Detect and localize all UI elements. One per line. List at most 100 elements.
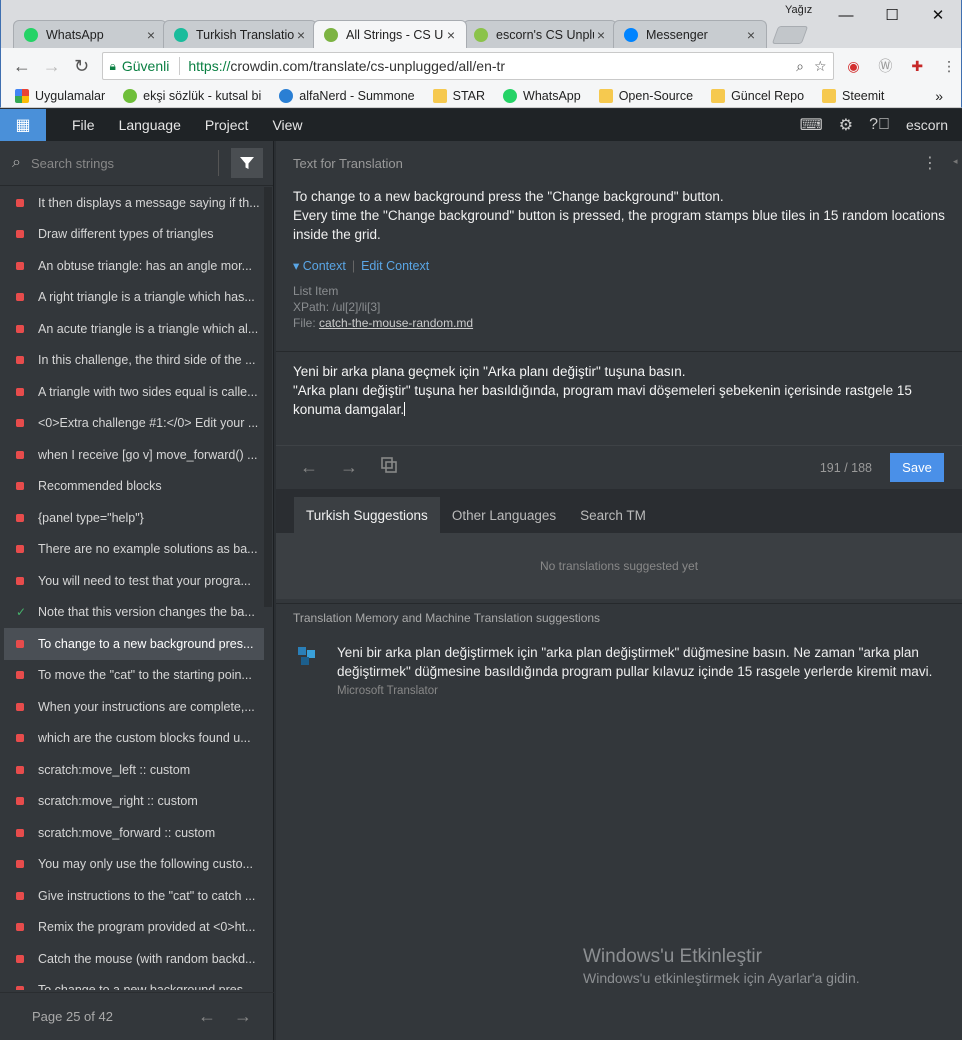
chrome-menu-icon[interactable]: ⋮ [937,54,961,78]
suggestion-tab[interactable]: Search TM [568,497,658,533]
maximize-icon[interactable]: ☐ [869,0,915,30]
close-tab-icon[interactable]: × [144,27,158,43]
red-extension-icon[interactable]: ✚ [905,54,929,78]
close-tab-icon[interactable]: × [744,27,758,43]
help-icon[interactable]: ?⃝ [869,116,890,134]
meta-xpath: XPath: /ul[2]/li[3] [293,300,381,314]
copy-source-icon[interactable] [380,456,398,479]
zoom-icon[interactable]: ⌕ [796,58,804,75]
user-menu[interactable]: escorn [906,117,948,133]
bookmark-item[interactable]: WhatsApp [503,88,581,103]
prev-string-icon[interactable]: ← [300,457,318,478]
bookmark-label: STAR [452,88,486,103]
suggestion-tab[interactable]: Turkish Suggestions [294,497,440,533]
watermark-line-2: Windows'u etkinleştirmek için Ayarlar'a … [583,970,860,986]
string-list-item[interactable]: {panel type="help"} [4,502,264,534]
meta-file: File: catch-the-mouse-random.md [293,316,474,330]
string-list-item[interactable]: Recommended blocks [4,471,264,503]
context-toggle[interactable]: ▾ Context [293,259,346,273]
bookmark-item[interactable]: Open-Source [598,88,693,103]
menu-item[interactable]: Project [205,117,249,133]
translation-textarea[interactable]: Yeni bir arka plana geçmek için "Arka pl… [276,351,962,445]
string-list-item[interactable]: To move the "cat" to the starting poin..… [4,660,264,692]
reload-icon[interactable]: ↻ [67,51,97,81]
string-text: A triangle with two sides equal is calle… [38,384,258,399]
file-link[interactable]: catch-the-mouse-random.md [319,316,473,330]
string-list-item[interactable]: In this challenge, the third side of the… [4,345,264,377]
string-list-item[interactable]: scratch:move_right :: custom [4,786,264,818]
string-list-item[interactable]: when I receive [go v] move_forward() ... [4,439,264,471]
new-tab-button[interactable] [771,26,809,44]
string-list-item[interactable]: scratch:move_left :: custom [4,754,264,786]
close-tab-icon[interactable]: × [444,27,458,43]
string-list-item[interactable]: An obtuse triangle: has an angle mor... [4,250,264,282]
next-string-icon[interactable]: → [340,457,358,478]
bookmark-item[interactable]: ekşi sözlük - kutsal bi [123,88,261,103]
search-input[interactable]: Search strings [31,156,218,171]
wordpress-extension-icon[interactable]: Ⓦ [873,54,897,78]
string-list-item[interactable]: Draw different types of triangles [4,219,264,251]
minimize-icon[interactable]: — [823,0,869,30]
filter-icon[interactable] [231,148,263,178]
string-list-item[interactable]: You may only use the following custo... [4,849,264,881]
browser-tab[interactable]: escorn's CS Unplu × [463,20,617,48]
app-header: ▦ File Language Project View ⌨ ⚙ ?⃝ escorn [0,109,962,141]
bookmark-item[interactable]: STAR [432,88,486,103]
forward-icon[interactable]: → [37,51,67,81]
string-list-item[interactable]: When your instructions are complete,... [4,691,264,723]
menu-item[interactable]: Language [119,117,181,133]
string-list-item[interactable]: Give instructions to the "cat" to catch … [4,880,264,912]
close-tab-icon[interactable]: × [294,27,308,43]
keyboard-icon[interactable]: ⌨ [800,115,823,135]
untranslated-status-icon [16,293,24,302]
browser-tab[interactable]: Messenger × [613,20,767,48]
collapse-right-icon[interactable]: ◂ [953,156,961,172]
menu-item[interactable]: File [72,117,95,133]
string-list-item[interactable]: A right triangle is a triangle which has… [4,282,264,314]
string-list-item[interactable]: A triangle with two sides equal is calle… [4,376,264,408]
string-text: When your instructions are complete,... [38,699,255,714]
bookmark-item[interactable]: Uygulamalar [15,88,105,103]
browser-tab[interactable]: WhatsApp × [13,20,167,48]
close-window-icon[interactable]: ✕ [915,0,961,30]
address-bar[interactable]: 🔒︎ Güvenli https:// crowdin.com/translat… [102,52,834,80]
string-list-item[interactable]: ✓ Note that this version changes the ba..… [4,597,264,629]
menu-item[interactable]: View [272,117,302,133]
edit-context-link[interactable]: Edit Context [361,259,429,273]
string-list-item[interactable]: To change to a new background pres... [4,975,264,990]
tm-suggestion-text: Yeni bir arka plan değiştirmek için "ark… [337,645,933,679]
bookmark-item[interactable]: alfaNerd - Summone [279,88,415,103]
tm-header: Translation Memory and Machine Translati… [276,603,962,631]
string-list-item[interactable]: There are no example solutions as ba... [4,534,264,566]
more-options-icon[interactable]: ⋮ [922,153,938,173]
string-list-item[interactable]: which are the custom blocks found u... [4,723,264,755]
string-list-item[interactable]: <0>Extra challenge #1:</0> Edit your ... [4,408,264,440]
strings-scrollbar[interactable] [264,187,272,607]
next-page-icon[interactable]: → [234,1006,252,1027]
save-button[interactable]: Save [890,453,944,482]
bookmark-star-icon[interactable]: ☆ [814,58,827,75]
profile-name[interactable]: Yağız [785,4,812,16]
string-list-item[interactable]: An acute triangle is a triangle which al… [4,313,264,345]
string-list-item[interactable]: It then displays a message saying if th.… [4,187,264,219]
string-list-item[interactable]: You will need to test that your progra..… [4,565,264,597]
gear-icon[interactable]: ⚙ [839,115,853,135]
close-tab-icon[interactable]: × [594,27,608,43]
string-list-item[interactable]: scratch:move_forward :: custom [4,817,264,849]
tm-suggestion[interactable]: Yeni bir arka plan değiştirmek için "ark… [276,633,962,697]
string-list-item[interactable]: Catch the mouse (with random backd... [4,943,264,975]
string-text: In this challenge, the third side of the… [38,353,256,368]
string-list-item[interactable]: To change to a new background pres... [4,628,264,660]
browser-tab[interactable]: All Strings - CS Un × [313,20,467,48]
bookmark-item[interactable]: Güncel Repo [711,88,804,103]
suggestion-tab[interactable]: Other Languages [440,497,568,533]
bookmark-item[interactable]: Steemit [822,88,884,103]
prev-page-icon[interactable]: ← [198,1006,216,1027]
string-list-item[interactable]: Remix the program provided at <0>ht... [4,912,264,944]
browser-tab[interactable]: Turkish Translatio × [163,20,317,48]
opera-extension-icon[interactable]: ◉ [842,54,866,78]
back-icon[interactable]: ← [7,51,37,81]
bookmarks-more-icon[interactable]: » [935,88,943,104]
apps-grid-icon[interactable]: ▦ [0,109,46,141]
editor-toolbar: ← → 191 / 188 Save [276,445,962,489]
